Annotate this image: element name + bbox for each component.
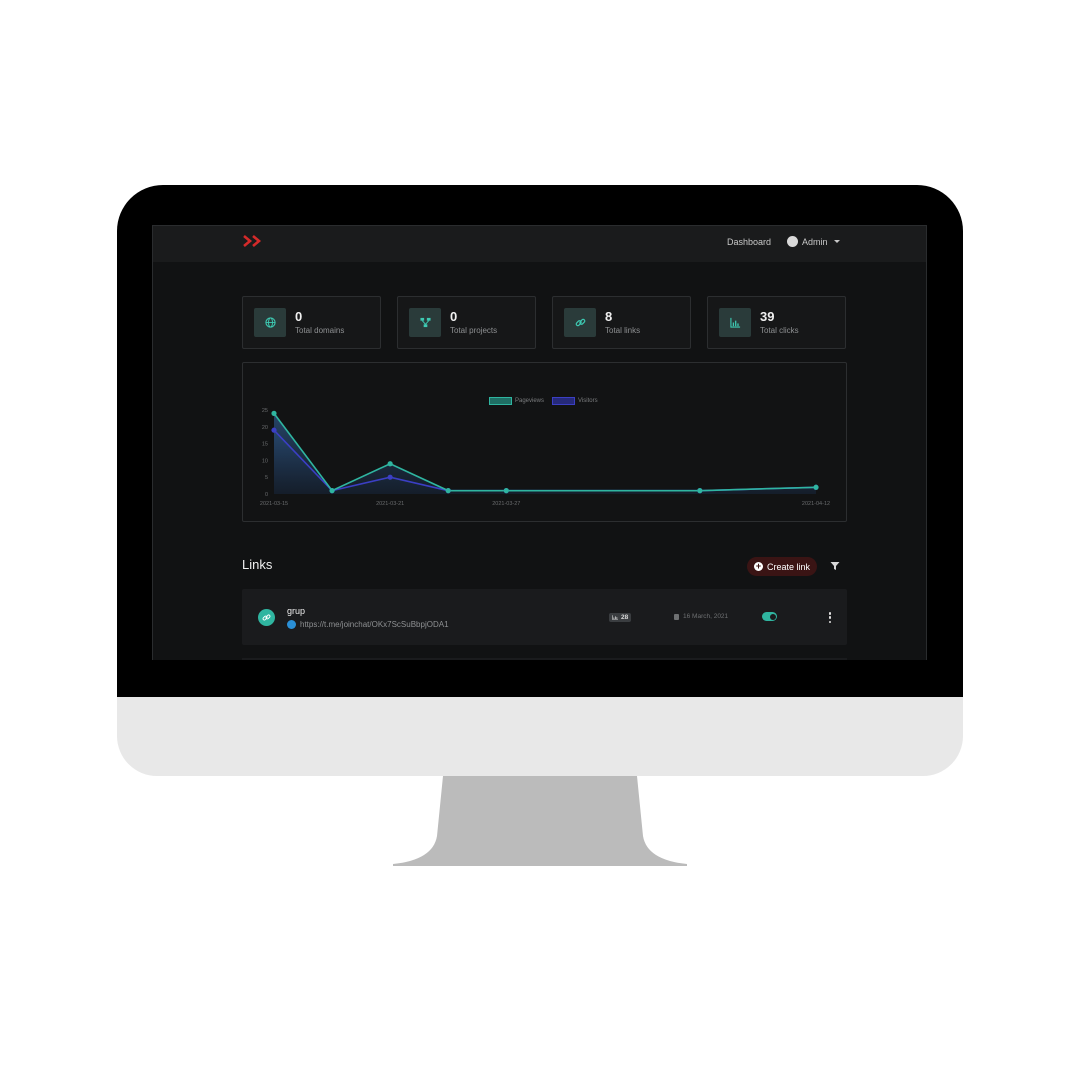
point-visitors	[387, 474, 393, 480]
stat-value: 0	[295, 309, 303, 324]
y-tick-label: 15	[262, 442, 268, 448]
create-link-button[interactable]: + Create link	[747, 557, 818, 576]
line-pageviews	[273, 412, 817, 492]
point-pageviews	[445, 488, 451, 494]
y-tick-label: 25	[262, 408, 268, 414]
clicks-badge: 28	[609, 613, 632, 622]
stat-card-projects: 0 Total projects	[397, 296, 536, 349]
point-pageviews	[329, 488, 335, 494]
chart-plot: 0 5 10 15 20 25 2021-03-15 2021-03-21 2021-03-27…	[260, 408, 830, 507]
x-tick-label: 2021-03-21	[376, 501, 404, 507]
more-options-icon[interactable]	[828, 612, 832, 623]
monitor-chin	[117, 697, 963, 776]
telegram-icon	[287, 620, 296, 629]
link-date: 16 March, 2021	[674, 613, 728, 620]
point-pageviews	[387, 461, 393, 467]
area-pageviews	[274, 413, 816, 494]
stat-label: Total domains	[295, 326, 345, 335]
chevron-down-icon	[833, 240, 840, 243]
y-tick-label: 20	[262, 425, 268, 431]
admin-label: Admin	[802, 236, 828, 247]
plus-circle-icon: +	[754, 561, 763, 571]
nav-dashboard-link[interactable]: Dashboard	[727, 237, 771, 247]
y-tick-label: 10	[262, 458, 268, 464]
monitor-stand	[393, 776, 687, 866]
stat-label: Total links	[605, 326, 641, 335]
calendar-icon	[674, 613, 679, 620]
stat-card-links: 8 Total links	[552, 296, 691, 349]
create-link-label: Create link	[767, 561, 811, 572]
filter-icon[interactable]	[830, 561, 840, 571]
y-tick-label: 0	[265, 492, 268, 498]
link-name[interactable]: grup	[287, 606, 305, 616]
point-visitors	[271, 427, 277, 433]
list-item[interactable]	[242, 658, 847, 660]
stat-value: 39	[760, 309, 775, 324]
link-enabled-toggle[interactable]	[762, 612, 777, 621]
link-icon	[258, 609, 275, 626]
stat-card-domains: 0 Total domains	[242, 296, 381, 349]
avatar	[787, 236, 798, 247]
y-tick-label: 5	[265, 475, 268, 481]
brand-logo[interactable]	[243, 234, 265, 248]
top-navbar: Dashboard Admin	[153, 226, 926, 262]
links-section-title: Links	[242, 557, 273, 572]
app-screen: Dashboard Admin 0 Total domains 0 Total …	[152, 225, 927, 660]
point-pageviews	[271, 410, 277, 416]
x-tick-label: 2021-03-27	[492, 501, 520, 507]
bar-chart-icon	[612, 615, 618, 620]
project-tree-icon	[409, 308, 441, 337]
x-tick-label: 2021-04-12	[802, 501, 830, 507]
link-icon	[564, 308, 596, 337]
stat-label: Total projects	[450, 326, 498, 335]
stat-value: 0	[450, 309, 458, 324]
x-tick-label: 2021-03-15	[260, 501, 288, 507]
admin-menu[interactable]: Admin	[787, 236, 840, 247]
bar-chart-icon	[719, 308, 751, 337]
list-item[interactable]: grup https://t.me/joinchat/OKx7ScSuBbpjO…	[242, 589, 847, 645]
link-url-text: https://t.me/joinchat/OKx7ScSuBbpjODA1	[300, 620, 449, 629]
stat-label: Total clicks	[760, 326, 799, 335]
traffic-chart: Pageviews Visitors 0 5 10 15 20 25 2021-03-15 2…	[242, 362, 847, 522]
point-pageviews	[503, 488, 509, 494]
globe-icon	[254, 308, 286, 337]
stat-value: 8	[605, 309, 613, 324]
point-pageviews	[697, 488, 703, 494]
clicks-count: 28	[621, 614, 629, 621]
link-date-text: 16 March, 2021	[683, 613, 729, 620]
link-url[interactable]: https://t.me/joinchat/OKx7ScSuBbpjODA1	[287, 620, 449, 629]
point-pageviews	[813, 484, 819, 490]
stat-card-clicks: 39 Total clicks	[707, 296, 846, 349]
